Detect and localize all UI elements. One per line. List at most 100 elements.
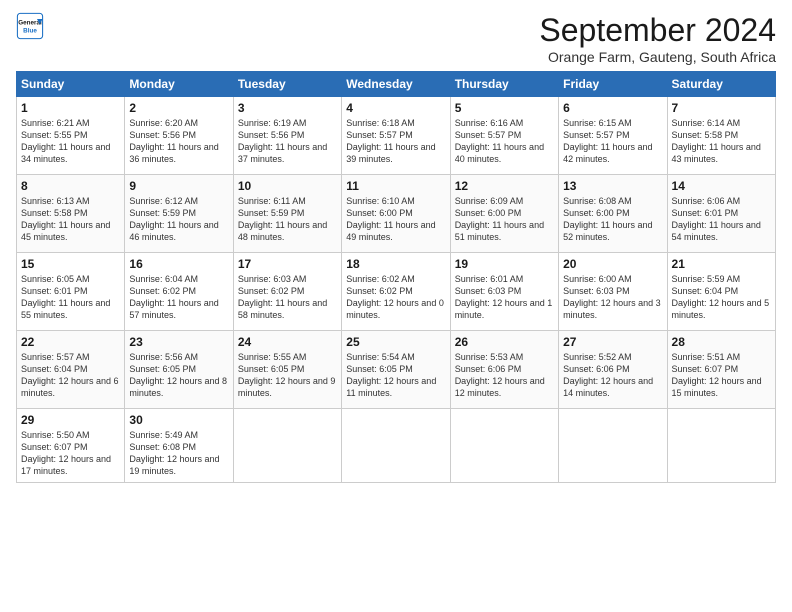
page: General Blue September 2024 Orange Farm,… xyxy=(0,0,792,495)
day-info: Sunrise: 6:04 AMSunset: 6:02 PMDaylight:… xyxy=(129,273,228,322)
calendar-cell: 9 Sunrise: 6:12 AMSunset: 5:59 PMDaylight… xyxy=(125,175,233,253)
day-number: 6 xyxy=(563,101,662,115)
calendar-cell: 6 Sunrise: 6:15 AMSunset: 5:57 PMDaylight… xyxy=(559,97,667,175)
day-number: 15 xyxy=(21,257,120,271)
day-info: Sunrise: 6:09 AMSunset: 6:00 PMDaylight:… xyxy=(455,195,554,244)
weekday-header-wednesday: Wednesday xyxy=(342,72,450,97)
day-info: Sunrise: 5:59 AMSunset: 6:04 PMDaylight:… xyxy=(672,273,771,322)
calendar-cell: 19 Sunrise: 6:01 AMSunset: 6:03 PMDayligh… xyxy=(450,253,558,331)
calendar-cell: 15 Sunrise: 6:05 AMSunset: 6:01 PMDayligh… xyxy=(17,253,125,331)
day-number: 8 xyxy=(21,179,120,193)
day-number: 23 xyxy=(129,335,228,349)
location: Orange Farm, Gauteng, South Africa xyxy=(539,49,776,65)
day-info: Sunrise: 5:51 AMSunset: 6:07 PMDaylight:… xyxy=(672,351,771,400)
day-number: 26 xyxy=(455,335,554,349)
day-number: 20 xyxy=(563,257,662,271)
calendar-cell: 8Sunrise: 6:13 AMSunset: 5:58 PMDaylight… xyxy=(17,175,125,253)
calendar-cell: 1 Sunrise: 6:21 AMSunset: 5:55 PMDaylight… xyxy=(17,97,125,175)
calendar-cell: 10 Sunrise: 6:11 AMSunset: 5:59 PMDayligh… xyxy=(233,175,341,253)
day-number: 17 xyxy=(238,257,337,271)
day-number: 29 xyxy=(21,413,120,427)
day-number: 3 xyxy=(238,101,337,115)
day-info: Sunrise: 6:15 AMSunset: 5:57 PMDaylight:… xyxy=(563,117,662,166)
day-number: 11 xyxy=(346,179,445,193)
calendar-cell: 14 Sunrise: 6:06 AMSunset: 6:01 PMDayligh… xyxy=(667,175,775,253)
day-number: 1 xyxy=(21,101,120,115)
calendar-cell: 16 Sunrise: 6:04 AMSunset: 6:02 PMDayligh… xyxy=(125,253,233,331)
calendar-cell xyxy=(667,409,775,483)
calendar-cell: 3 Sunrise: 6:19 AMSunset: 5:56 PMDaylight… xyxy=(233,97,341,175)
day-info: Sunrise: 6:02 AMSunset: 6:02 PMDaylight:… xyxy=(346,273,445,322)
weekday-header-thursday: Thursday xyxy=(450,72,558,97)
day-info: Sunrise: 6:16 AMSunset: 5:57 PMDaylight:… xyxy=(455,117,554,166)
day-number: 27 xyxy=(563,335,662,349)
calendar-cell: 20 Sunrise: 6:00 AMSunset: 6:03 PMDayligh… xyxy=(559,253,667,331)
weekday-header-sunday: Sunday xyxy=(17,72,125,97)
day-number: 16 xyxy=(129,257,228,271)
day-number: 24 xyxy=(238,335,337,349)
calendar-cell xyxy=(559,409,667,483)
day-number: 9 xyxy=(129,179,228,193)
day-info: Sunrise: 6:08 AMSunset: 6:00 PMDaylight:… xyxy=(563,195,662,244)
calendar-week-4: 22 Sunrise: 5:57 AMSunset: 6:04 PMDayligh… xyxy=(17,331,776,409)
day-number: 2 xyxy=(129,101,228,115)
day-number: 7 xyxy=(672,101,771,115)
day-info: Sunrise: 5:49 AMSunset: 6:08 PMDaylight:… xyxy=(129,429,228,478)
weekday-header-tuesday: Tuesday xyxy=(233,72,341,97)
calendar-cell: 24 Sunrise: 5:55 AMSunset: 6:05 PMDayligh… xyxy=(233,331,341,409)
day-info: Sunrise: 6:21 AMSunset: 5:55 PMDaylight:… xyxy=(21,117,120,166)
calendar-cell xyxy=(450,409,558,483)
weekday-header-saturday: Saturday xyxy=(667,72,775,97)
day-info: Sunrise: 6:14 AMSunset: 5:58 PMDaylight:… xyxy=(672,117,771,166)
day-info: Sunrise: 6:11 AMSunset: 5:59 PMDaylight:… xyxy=(238,195,337,244)
day-number: 19 xyxy=(455,257,554,271)
day-info: Sunrise: 6:10 AMSunset: 6:00 PMDaylight:… xyxy=(346,195,445,244)
header: General Blue September 2024 Orange Farm,… xyxy=(16,12,776,65)
logo-icon: General Blue xyxy=(16,12,44,40)
calendar-cell: 7 Sunrise: 6:14 AMSunset: 5:58 PMDaylight… xyxy=(667,97,775,175)
calendar-cell: 11 Sunrise: 6:10 AMSunset: 6:00 PMDayligh… xyxy=(342,175,450,253)
calendar-week-1: 1 Sunrise: 6:21 AMSunset: 5:55 PMDaylight… xyxy=(17,97,776,175)
day-info: Sunrise: 6:19 AMSunset: 5:56 PMDaylight:… xyxy=(238,117,337,166)
day-info: Sunrise: 6:03 AMSunset: 6:02 PMDaylight:… xyxy=(238,273,337,322)
calendar-cell: 21 Sunrise: 5:59 AMSunset: 6:04 PMDayligh… xyxy=(667,253,775,331)
svg-text:Blue: Blue xyxy=(23,27,37,34)
day-info: Sunrise: 6:06 AMSunset: 6:01 PMDaylight:… xyxy=(672,195,771,244)
day-info: Sunrise: 6:01 AMSunset: 6:03 PMDaylight:… xyxy=(455,273,554,322)
day-info: Sunrise: 5:53 AMSunset: 6:06 PMDaylight:… xyxy=(455,351,554,400)
day-info: Sunrise: 5:55 AMSunset: 6:05 PMDaylight:… xyxy=(238,351,337,400)
day-info: Sunrise: 6:12 AMSunset: 5:59 PMDaylight:… xyxy=(129,195,228,244)
month-title: September 2024 xyxy=(539,12,776,49)
day-info: Sunrise: 6:00 AMSunset: 6:03 PMDaylight:… xyxy=(563,273,662,322)
day-number: 22 xyxy=(21,335,120,349)
day-info: Sunrise: 6:20 AMSunset: 5:56 PMDaylight:… xyxy=(129,117,228,166)
calendar-cell: 13Sunrise: 6:08 AMSunset: 6:00 PMDayligh… xyxy=(559,175,667,253)
day-number: 21 xyxy=(672,257,771,271)
day-number: 5 xyxy=(455,101,554,115)
day-number: 14 xyxy=(672,179,771,193)
calendar-cell: 18Sunrise: 6:02 AMSunset: 6:02 PMDayligh… xyxy=(342,253,450,331)
day-info: Sunrise: 5:56 AMSunset: 6:05 PMDaylight:… xyxy=(129,351,228,400)
calendar-cell: 27 Sunrise: 5:52 AMSunset: 6:06 PMDayligh… xyxy=(559,331,667,409)
day-number: 28 xyxy=(672,335,771,349)
calendar-week-3: 15 Sunrise: 6:05 AMSunset: 6:01 PMDayligh… xyxy=(17,253,776,331)
calendar-cell: 2 Sunrise: 6:20 AMSunset: 5:56 PMDaylight… xyxy=(125,97,233,175)
calendar-cell: 23 Sunrise: 5:56 AMSunset: 6:05 PMDayligh… xyxy=(125,331,233,409)
day-info: Sunrise: 6:18 AMSunset: 5:57 PMDaylight:… xyxy=(346,117,445,166)
day-number: 4 xyxy=(346,101,445,115)
day-number: 10 xyxy=(238,179,337,193)
day-number: 25 xyxy=(346,335,445,349)
calendar-cell: 4 Sunrise: 6:18 AMSunset: 5:57 PMDaylight… xyxy=(342,97,450,175)
calendar-cell: 29 Sunrise: 5:50 AMSunset: 6:07 PMDayligh… xyxy=(17,409,125,483)
calendar-cell: 25Sunrise: 5:54 AMSunset: 6:05 PMDayligh… xyxy=(342,331,450,409)
day-info: Sunrise: 5:50 AMSunset: 6:07 PMDaylight:… xyxy=(21,429,120,478)
day-info: Sunrise: 5:57 AMSunset: 6:04 PMDaylight:… xyxy=(21,351,120,400)
calendar-cell: 22 Sunrise: 5:57 AMSunset: 6:04 PMDayligh… xyxy=(17,331,125,409)
logo: General Blue xyxy=(16,12,44,40)
day-info: Sunrise: 5:52 AMSunset: 6:06 PMDaylight:… xyxy=(563,351,662,400)
calendar-cell: 5 Sunrise: 6:16 AMSunset: 5:57 PMDaylight… xyxy=(450,97,558,175)
calendar-week-5: 29 Sunrise: 5:50 AMSunset: 6:07 PMDayligh… xyxy=(17,409,776,483)
calendar-cell: 26 Sunrise: 5:53 AMSunset: 6:06 PMDayligh… xyxy=(450,331,558,409)
calendar-cell: 28 Sunrise: 5:51 AMSunset: 6:07 PMDayligh… xyxy=(667,331,775,409)
day-info: Sunrise: 6:05 AMSunset: 6:01 PMDaylight:… xyxy=(21,273,120,322)
